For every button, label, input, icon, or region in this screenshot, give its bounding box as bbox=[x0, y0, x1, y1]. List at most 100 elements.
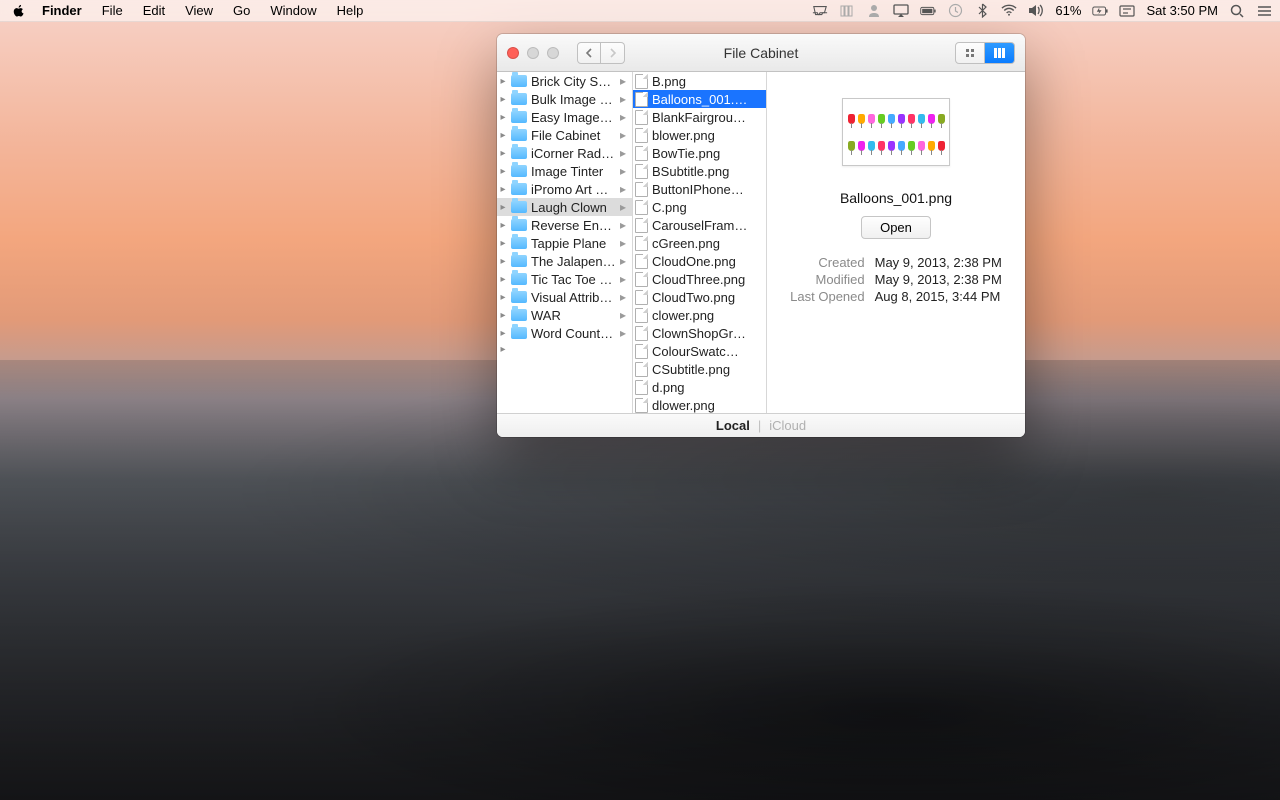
disclosure-icon: ▸ bbox=[499, 112, 507, 123]
timemachine-icon[interactable] bbox=[947, 3, 963, 19]
airplay-icon[interactable] bbox=[893, 3, 909, 19]
clock[interactable]: Sat 3:50 PM bbox=[1146, 3, 1218, 18]
folder-row[interactable]: ▸Tappie Plane▸ bbox=[497, 234, 632, 252]
file-icon bbox=[635, 164, 648, 179]
folder-icon bbox=[511, 291, 527, 303]
file-row[interactable]: CarouselFram… bbox=[633, 216, 766, 234]
textinput-icon[interactable] bbox=[1119, 3, 1135, 19]
folder-row[interactable]: ▸Easy Image R…▸ bbox=[497, 108, 632, 126]
folder-row[interactable]: ▸Reverse Engi…▸ bbox=[497, 216, 632, 234]
menu-help[interactable]: Help bbox=[327, 0, 374, 22]
open-button[interactable]: Open bbox=[861, 216, 931, 239]
folder-row[interactable]: ▸Visual Attribut…▸ bbox=[497, 288, 632, 306]
notification-center-icon[interactable] bbox=[1256, 3, 1272, 19]
file-row[interactable]: dlower.png bbox=[633, 396, 766, 413]
bluetooth-icon[interactable] bbox=[974, 3, 990, 19]
meta-opened-value: Aug 8, 2015, 3:44 PM bbox=[875, 289, 1002, 304]
battery-percent[interactable]: 61% bbox=[1055, 3, 1081, 18]
folder-row[interactable]: ▸Image Tinter▸ bbox=[497, 162, 632, 180]
tab-icloud[interactable]: iCloud bbox=[769, 418, 806, 433]
menu-edit[interactable]: Edit bbox=[133, 0, 175, 22]
file-row[interactable]: BlankFairgrou… bbox=[633, 108, 766, 126]
file-row[interactable]: clower.png bbox=[633, 306, 766, 324]
menubar: Finder File Edit View Go Window Help 61%… bbox=[0, 0, 1280, 22]
wifi-icon[interactable] bbox=[1001, 3, 1017, 19]
chevron-right-icon: ▸ bbox=[620, 146, 628, 160]
zoom-button[interactable] bbox=[547, 47, 559, 59]
preview-filename: Balloons_001.png bbox=[840, 190, 952, 206]
file-row[interactable]: Balloons_001.… bbox=[633, 90, 766, 108]
view-columns[interactable] bbox=[985, 42, 1015, 64]
menubar-icon-2[interactable] bbox=[866, 3, 882, 19]
file-label: CSubtitle.png bbox=[652, 362, 762, 377]
folder-row[interactable]: ▸File Cabinet▸ bbox=[497, 126, 632, 144]
folder-label: Visual Attribut… bbox=[531, 290, 616, 305]
file-icon bbox=[635, 128, 648, 143]
disclosure-icon: ▸ bbox=[499, 274, 507, 285]
chevron-right-icon: ▸ bbox=[620, 308, 628, 322]
file-row[interactable]: ButtonIPhone… bbox=[633, 180, 766, 198]
tab-local[interactable]: Local bbox=[716, 418, 750, 433]
folder-label: Tic Tac Toe W… bbox=[531, 272, 616, 287]
disclosure-icon: ▸ bbox=[499, 184, 507, 195]
file-row[interactable]: blower.png bbox=[633, 126, 766, 144]
file-row[interactable]: B.png bbox=[633, 72, 766, 90]
battery-menu-icon[interactable] bbox=[920, 3, 936, 19]
folder-row[interactable]: ▸Tic Tac Toe W…▸ bbox=[497, 270, 632, 288]
file-column: B.pngBalloons_001.… BlankFairgrou…blower.… bbox=[633, 72, 767, 413]
balloon-icon bbox=[888, 114, 895, 124]
folder-label: Image Tinter bbox=[531, 164, 616, 179]
file-row[interactable]: BowTie.png bbox=[633, 144, 766, 162]
file-row[interactable]: CloudThree.png bbox=[633, 270, 766, 288]
charging-icon[interactable] bbox=[1092, 3, 1108, 19]
folder-icon bbox=[511, 273, 527, 285]
file-row[interactable]: BSubtitle.png bbox=[633, 162, 766, 180]
folder-row[interactable]: ▸Bulk Image R…▸ bbox=[497, 90, 632, 108]
file-icon bbox=[635, 380, 648, 395]
apple-menu-icon[interactable] bbox=[12, 4, 26, 18]
folder-row[interactable]: ▸Word Counter…▸ bbox=[497, 324, 632, 342]
back-button[interactable] bbox=[577, 42, 601, 64]
folder-label: Reverse Engi… bbox=[531, 218, 616, 233]
mail-tray-icon[interactable] bbox=[812, 3, 828, 19]
file-row[interactable]: C.png bbox=[633, 198, 766, 216]
app-menu[interactable]: Finder bbox=[32, 0, 92, 22]
meta-created-value: May 9, 2013, 2:38 PM bbox=[875, 255, 1002, 270]
menubar-icon-1[interactable] bbox=[839, 3, 855, 19]
file-icon bbox=[635, 272, 648, 287]
folder-row[interactable]: ▸iPromo Art Cr…▸ bbox=[497, 180, 632, 198]
folder-row[interactable]: ▸WAR▸ bbox=[497, 306, 632, 324]
file-row[interactable]: ClownShopGr… bbox=[633, 324, 766, 342]
folder-row[interactable]: ▸The Jalapeno…▸ bbox=[497, 252, 632, 270]
chevron-right-icon: ▸ bbox=[620, 290, 628, 304]
file-row[interactable]: ColourSwatc… bbox=[633, 342, 766, 360]
folder-label: iPromo Art Cr… bbox=[531, 182, 616, 197]
minimize-button[interactable] bbox=[527, 47, 539, 59]
file-row[interactable]: CSubtitle.png bbox=[633, 360, 766, 378]
folder-icon bbox=[511, 237, 527, 249]
menu-window[interactable]: Window bbox=[260, 0, 326, 22]
folder-row[interactable]: ▸iCorner Radius▸ bbox=[497, 144, 632, 162]
titlebar[interactable]: File Cabinet bbox=[497, 34, 1025, 72]
view-icon-grid[interactable] bbox=[955, 42, 985, 64]
file-label: C.png bbox=[652, 200, 762, 215]
forward-button[interactable] bbox=[601, 42, 625, 64]
spotlight-icon[interactable] bbox=[1229, 3, 1245, 19]
file-row[interactable]: d.png bbox=[633, 378, 766, 396]
folder-row[interactable]: ▸Laugh Clown▸ bbox=[497, 198, 632, 216]
folder-row[interactable]: ▸Brick City Sol…▸ bbox=[497, 72, 632, 90]
file-label: BlankFairgrou… bbox=[652, 110, 762, 125]
file-row[interactable]: CloudOne.png bbox=[633, 252, 766, 270]
volume-icon[interactable] bbox=[1028, 3, 1044, 19]
balloon-icon bbox=[878, 114, 885, 124]
finder-window: File Cabinet ▸Brick City Sol…▸▸Bulk Imag… bbox=[497, 34, 1025, 437]
file-label: clower.png bbox=[652, 308, 762, 323]
close-button[interactable] bbox=[507, 47, 519, 59]
menu-view[interactable]: View bbox=[175, 0, 223, 22]
menu-go[interactable]: Go bbox=[223, 0, 260, 22]
menu-file[interactable]: File bbox=[92, 0, 133, 22]
file-row[interactable]: cGreen.png bbox=[633, 234, 766, 252]
chevron-right-icon: ▸ bbox=[620, 74, 628, 88]
preview-metadata: Created May 9, 2013, 2:38 PM Modified Ma… bbox=[790, 255, 1002, 304]
file-row[interactable]: CloudTwo.png bbox=[633, 288, 766, 306]
